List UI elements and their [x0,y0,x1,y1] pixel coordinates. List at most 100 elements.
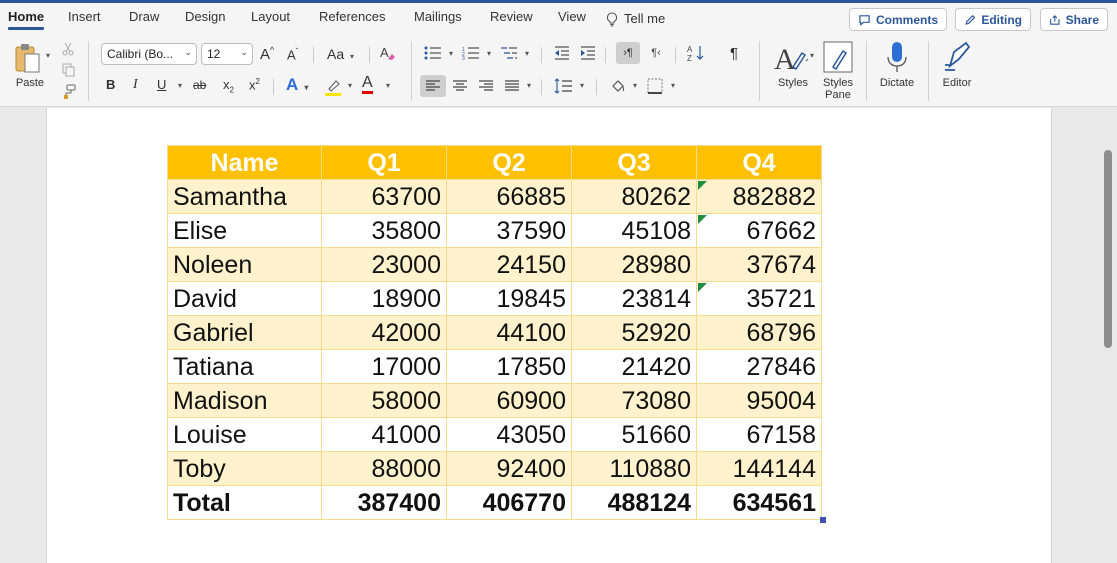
borders-icon[interactable] [645,76,665,96]
chevron-down-icon[interactable]: ▾ [633,81,637,90]
cell-q1[interactable]: 41000 [321,417,447,452]
shrink-font-button[interactable]: Aˇ [287,47,298,62]
styles-gallery-button[interactable]: A [772,40,812,78]
chevron-down-icon[interactable]: ▾ [487,49,491,58]
cell-q1[interactable]: 35800 [321,213,447,248]
italic-button[interactable]: I [133,77,138,93]
chevron-down-icon[interactable]: ▾ [671,81,675,90]
cell-name[interactable]: Louise [167,417,322,452]
sort-icon[interactable]: AZ [686,43,706,63]
share-button[interactable]: Share [1040,8,1108,31]
header-q4[interactable]: Q4 [696,145,822,180]
sales-table[interactable]: Name Q1 Q2 Q3 Q4 Samantha 63700 66885 80262… [167,145,826,523]
subscript-button[interactable]: x2 [223,77,234,95]
rtl-direction-button[interactable]: ¶‹ [644,42,668,64]
styles-pane-button[interactable] [822,40,854,74]
paste-chevron-icon[interactable]: ▾ [46,51,50,60]
tab-view[interactable]: View [558,8,586,30]
cell-q4[interactable]: 67662 [696,213,822,248]
cell-q1[interactable]: 88000 [321,451,447,486]
underline-button[interactable]: U [157,77,166,92]
chevron-down-icon[interactable]: ▾ [348,81,352,90]
tab-mailings[interactable]: Mailings [414,8,462,30]
chevron-down-icon[interactable]: ▾ [525,49,529,58]
bullets-icon[interactable] [423,44,443,62]
multilevel-list-icon[interactable] [499,44,519,62]
header-q1[interactable]: Q1 [321,145,447,180]
cell-q2[interactable]: 60900 [446,383,572,418]
tab-home[interactable]: Home [8,8,45,30]
cell-name[interactable]: Toby [167,451,322,486]
cell-q2[interactable]: 37590 [446,213,572,248]
decrease-indent-icon[interactable] [553,44,571,62]
total-label[interactable]: Total [167,485,322,520]
grow-font-button[interactable]: A^ [260,45,274,63]
cell-q1[interactable]: 17000 [321,349,447,384]
cut-icon[interactable] [60,41,76,57]
tell-me-search[interactable]: Tell me [606,8,665,30]
header-q3[interactable]: Q3 [571,145,697,180]
cell-q4[interactable]: 27846 [696,349,822,384]
clear-formatting-icon[interactable]: A [378,43,398,63]
header-name[interactable]: Name [167,145,322,180]
cell-q1[interactable]: 42000 [321,315,447,350]
cell-q3[interactable]: 51660 [571,417,697,452]
font-name-dropdown[interactable]: Calibri (Bo... ⌄ [101,43,197,65]
cell-q1[interactable]: 63700 [321,179,447,214]
shading-icon[interactable] [608,76,628,96]
tab-review[interactable]: Review [490,8,533,30]
comments-button[interactable]: Comments [849,8,947,31]
cell-q1[interactable]: 58000 [321,383,447,418]
cell-q1[interactable]: 23000 [321,247,447,282]
cell-name[interactable]: Noleen [167,247,322,282]
highlight-color-icon[interactable] [323,76,343,98]
cell-q4[interactable]: 882882 [696,179,822,214]
line-spacing-icon[interactable] [553,76,573,96]
cell-q1[interactable]: 18900 [321,281,447,316]
cell-q2[interactable]: 43050 [446,417,572,452]
font-size-dropdown[interactable]: 12 ⌄ [201,43,253,65]
align-right-icon[interactable] [476,75,496,97]
cell-q3[interactable]: 80262 [571,179,697,214]
cell-q2[interactable]: 66885 [446,179,572,214]
format-painter-icon[interactable] [59,83,77,101]
chevron-down-icon[interactable]: ▾ [449,49,453,58]
cell-name[interactable]: Samantha [167,179,322,214]
cell-q2[interactable]: 44100 [446,315,572,350]
increase-indent-icon[interactable] [579,44,597,62]
cell-q3[interactable]: 73080 [571,383,697,418]
cell-q3[interactable]: 28980 [571,247,697,282]
cell-q2[interactable]: 17850 [446,349,572,384]
justify-icon[interactable] [502,75,522,97]
editor-button[interactable] [940,39,974,75]
align-center-icon[interactable] [450,75,470,97]
cell-q3[interactable]: 45108 [571,213,697,248]
copy-icon[interactable] [60,62,76,78]
cell-q2[interactable]: 24150 [446,247,572,282]
cell-name[interactable]: Gabriel [167,315,322,350]
cell-q4[interactable]: 68796 [696,315,822,350]
chevron-down-icon[interactable]: ▾ [580,81,584,90]
cell-name[interactable]: Tatiana [167,349,322,384]
text-effects-button[interactable]: A ▾ [286,75,308,95]
numbering-icon[interactable]: 123 [461,44,481,62]
cell-name[interactable]: Madison [167,383,322,418]
cell-q4[interactable]: 35721 [696,281,822,316]
font-color-button[interactable]: A [362,75,373,94]
tab-draw[interactable]: Draw [129,8,159,30]
cell-q3[interactable]: 21420 [571,349,697,384]
cell-q4[interactable]: 95004 [696,383,822,418]
cell-name[interactable]: Elise [167,213,322,248]
show-formatting-marks-button[interactable]: ¶ [730,45,738,62]
tab-layout[interactable]: Layout [251,8,290,30]
bold-button[interactable]: B [106,77,115,92]
dictate-button[interactable] [883,40,911,76]
ltr-direction-button[interactable]: ›¶ [616,42,640,64]
total-q2[interactable]: 406770 [446,485,572,520]
strikethrough-button[interactable]: ab [193,78,206,92]
tab-references[interactable]: References [319,8,385,30]
cell-q3[interactable]: 52920 [571,315,697,350]
total-q1[interactable]: 387400 [321,485,447,520]
cell-q4[interactable]: 144144 [696,451,822,486]
cell-name[interactable]: David [167,281,322,316]
